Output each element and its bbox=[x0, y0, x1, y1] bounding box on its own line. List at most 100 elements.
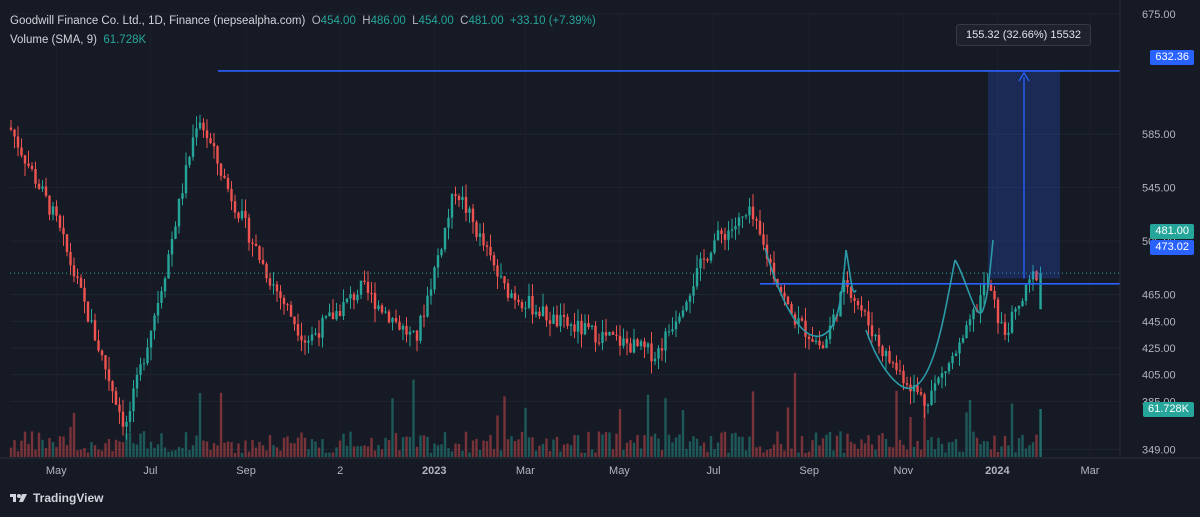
volume-bar bbox=[814, 432, 818, 457]
volume-bar bbox=[912, 446, 916, 457]
candle-body bbox=[821, 345, 825, 349]
volume-bar bbox=[163, 447, 167, 457]
candle-body bbox=[412, 330, 415, 332]
volume-bar bbox=[324, 452, 328, 457]
candle-body bbox=[580, 320, 583, 335]
legend-row-symbol: Goodwill Finance Co. Ltd., 1D, Finance (… bbox=[10, 12, 596, 31]
volume-bar bbox=[195, 435, 198, 457]
chart-legend: Goodwill Finance Co. Ltd., 1D, Finance (… bbox=[10, 12, 596, 50]
current-price-badge: 481.00 bbox=[1150, 224, 1194, 239]
candle-body bbox=[671, 329, 674, 332]
volume-bar bbox=[723, 431, 727, 457]
volume-bar bbox=[765, 450, 769, 457]
candle-body bbox=[604, 332, 608, 336]
volume-bar bbox=[590, 449, 594, 457]
volume-bar bbox=[527, 437, 531, 457]
candle-body bbox=[128, 411, 132, 422]
volume-bar bbox=[275, 447, 279, 457]
volume-bar bbox=[671, 442, 674, 457]
volume-bar bbox=[825, 434, 828, 457]
x-tick-label: Jul bbox=[143, 465, 157, 477]
candle-body bbox=[58, 215, 62, 228]
volume-bar bbox=[237, 443, 240, 457]
measure-tooltip: 155.32 (32.66%) 15532 bbox=[956, 24, 1091, 46]
volume-bar bbox=[475, 438, 478, 457]
volume-bar bbox=[933, 449, 937, 457]
candlestick-chart[interactable]: 675.00585.00545.00505.00465.00445.00425.… bbox=[0, 0, 1200, 517]
candle-body bbox=[356, 294, 359, 301]
volume-bar bbox=[975, 437, 979, 457]
candle-body bbox=[524, 307, 527, 309]
volume-bar bbox=[727, 452, 730, 457]
candle-body bbox=[548, 320, 552, 324]
volume-bar bbox=[293, 443, 296, 457]
volume-bar bbox=[1031, 442, 1035, 457]
volume-bar bbox=[678, 434, 681, 457]
volume-bar bbox=[632, 442, 636, 457]
volume-bar bbox=[58, 436, 62, 457]
candle-body bbox=[643, 341, 646, 348]
y-tick-label: 545.00 bbox=[1142, 183, 1176, 195]
candle-body bbox=[513, 293, 517, 300]
y-tick-label: 425.00 bbox=[1142, 343, 1176, 355]
candle-body bbox=[37, 183, 41, 189]
volume-bar bbox=[405, 436, 408, 457]
open-value: 454.00 bbox=[320, 15, 356, 27]
volume-bar bbox=[72, 412, 76, 457]
volume-bar bbox=[310, 439, 314, 457]
volume-bar bbox=[583, 452, 587, 457]
volume-bar bbox=[370, 437, 373, 457]
volume-bar bbox=[755, 447, 758, 457]
candle-body bbox=[825, 339, 828, 349]
volume-bar bbox=[492, 449, 496, 457]
candle-body bbox=[335, 311, 338, 320]
candle-body bbox=[489, 246, 492, 256]
volume-bar bbox=[706, 451, 709, 457]
candle-body bbox=[874, 334, 877, 337]
candle-body bbox=[667, 331, 671, 333]
volume-bar bbox=[730, 433, 734, 457]
y-tick-label: 349.00 bbox=[1142, 445, 1176, 457]
volume-bar bbox=[1014, 452, 1017, 457]
x-tick-label: Sep bbox=[236, 465, 256, 477]
volume-bar bbox=[695, 438, 699, 457]
candle-body bbox=[454, 194, 457, 196]
volume-bar bbox=[951, 441, 954, 457]
candle-body bbox=[135, 374, 139, 389]
candle-body bbox=[867, 311, 870, 326]
candle-body bbox=[475, 222, 478, 237]
volume-bar bbox=[769, 448, 772, 457]
candle-body bbox=[461, 196, 464, 201]
candle-body bbox=[590, 325, 594, 327]
candle-body bbox=[317, 333, 321, 338]
volume-bar bbox=[1028, 445, 1031, 457]
volume-bar bbox=[128, 432, 132, 457]
volume-bar bbox=[366, 446, 370, 457]
volume-bar bbox=[594, 452, 597, 457]
volume-bar bbox=[580, 452, 583, 457]
candle-body bbox=[433, 267, 436, 290]
candle-body bbox=[860, 305, 863, 311]
volume-bar bbox=[499, 450, 503, 457]
candle-body bbox=[804, 320, 807, 337]
volume-bar bbox=[398, 450, 401, 457]
candle-body bbox=[755, 219, 758, 221]
candle-body bbox=[289, 304, 293, 317]
volume-bar bbox=[611, 449, 615, 457]
candle-body bbox=[345, 298, 349, 303]
candle-body bbox=[107, 369, 111, 382]
candle-body bbox=[167, 254, 170, 279]
candle-body bbox=[303, 340, 307, 343]
volume-bar bbox=[762, 452, 765, 457]
symbol-title[interactable]: Goodwill Finance Co. Ltd., 1D, Finance (… bbox=[10, 15, 305, 27]
candle-body bbox=[783, 292, 786, 297]
tradingview-logo[interactable]: TradingView bbox=[10, 491, 103, 505]
volume-bar bbox=[23, 431, 27, 457]
volume-bar bbox=[660, 450, 664, 457]
volume-bar bbox=[429, 452, 433, 457]
volume-label[interactable]: Volume (SMA, 9) bbox=[10, 34, 97, 46]
volume-bar bbox=[286, 436, 289, 457]
volume-bar bbox=[167, 451, 170, 457]
volume-bar bbox=[118, 441, 121, 457]
volume-bar bbox=[856, 448, 860, 457]
